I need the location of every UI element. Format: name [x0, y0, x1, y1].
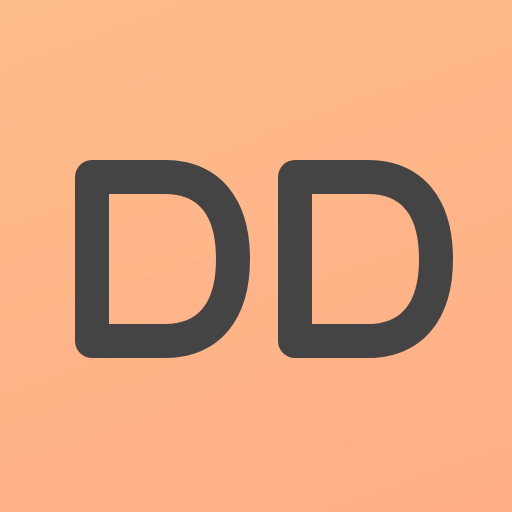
letter-d-2 [278, 160, 453, 358]
avatar-initials: DD [75, 160, 453, 358]
letter-d-1 [75, 160, 250, 358]
avatar: DD [0, 0, 512, 512]
